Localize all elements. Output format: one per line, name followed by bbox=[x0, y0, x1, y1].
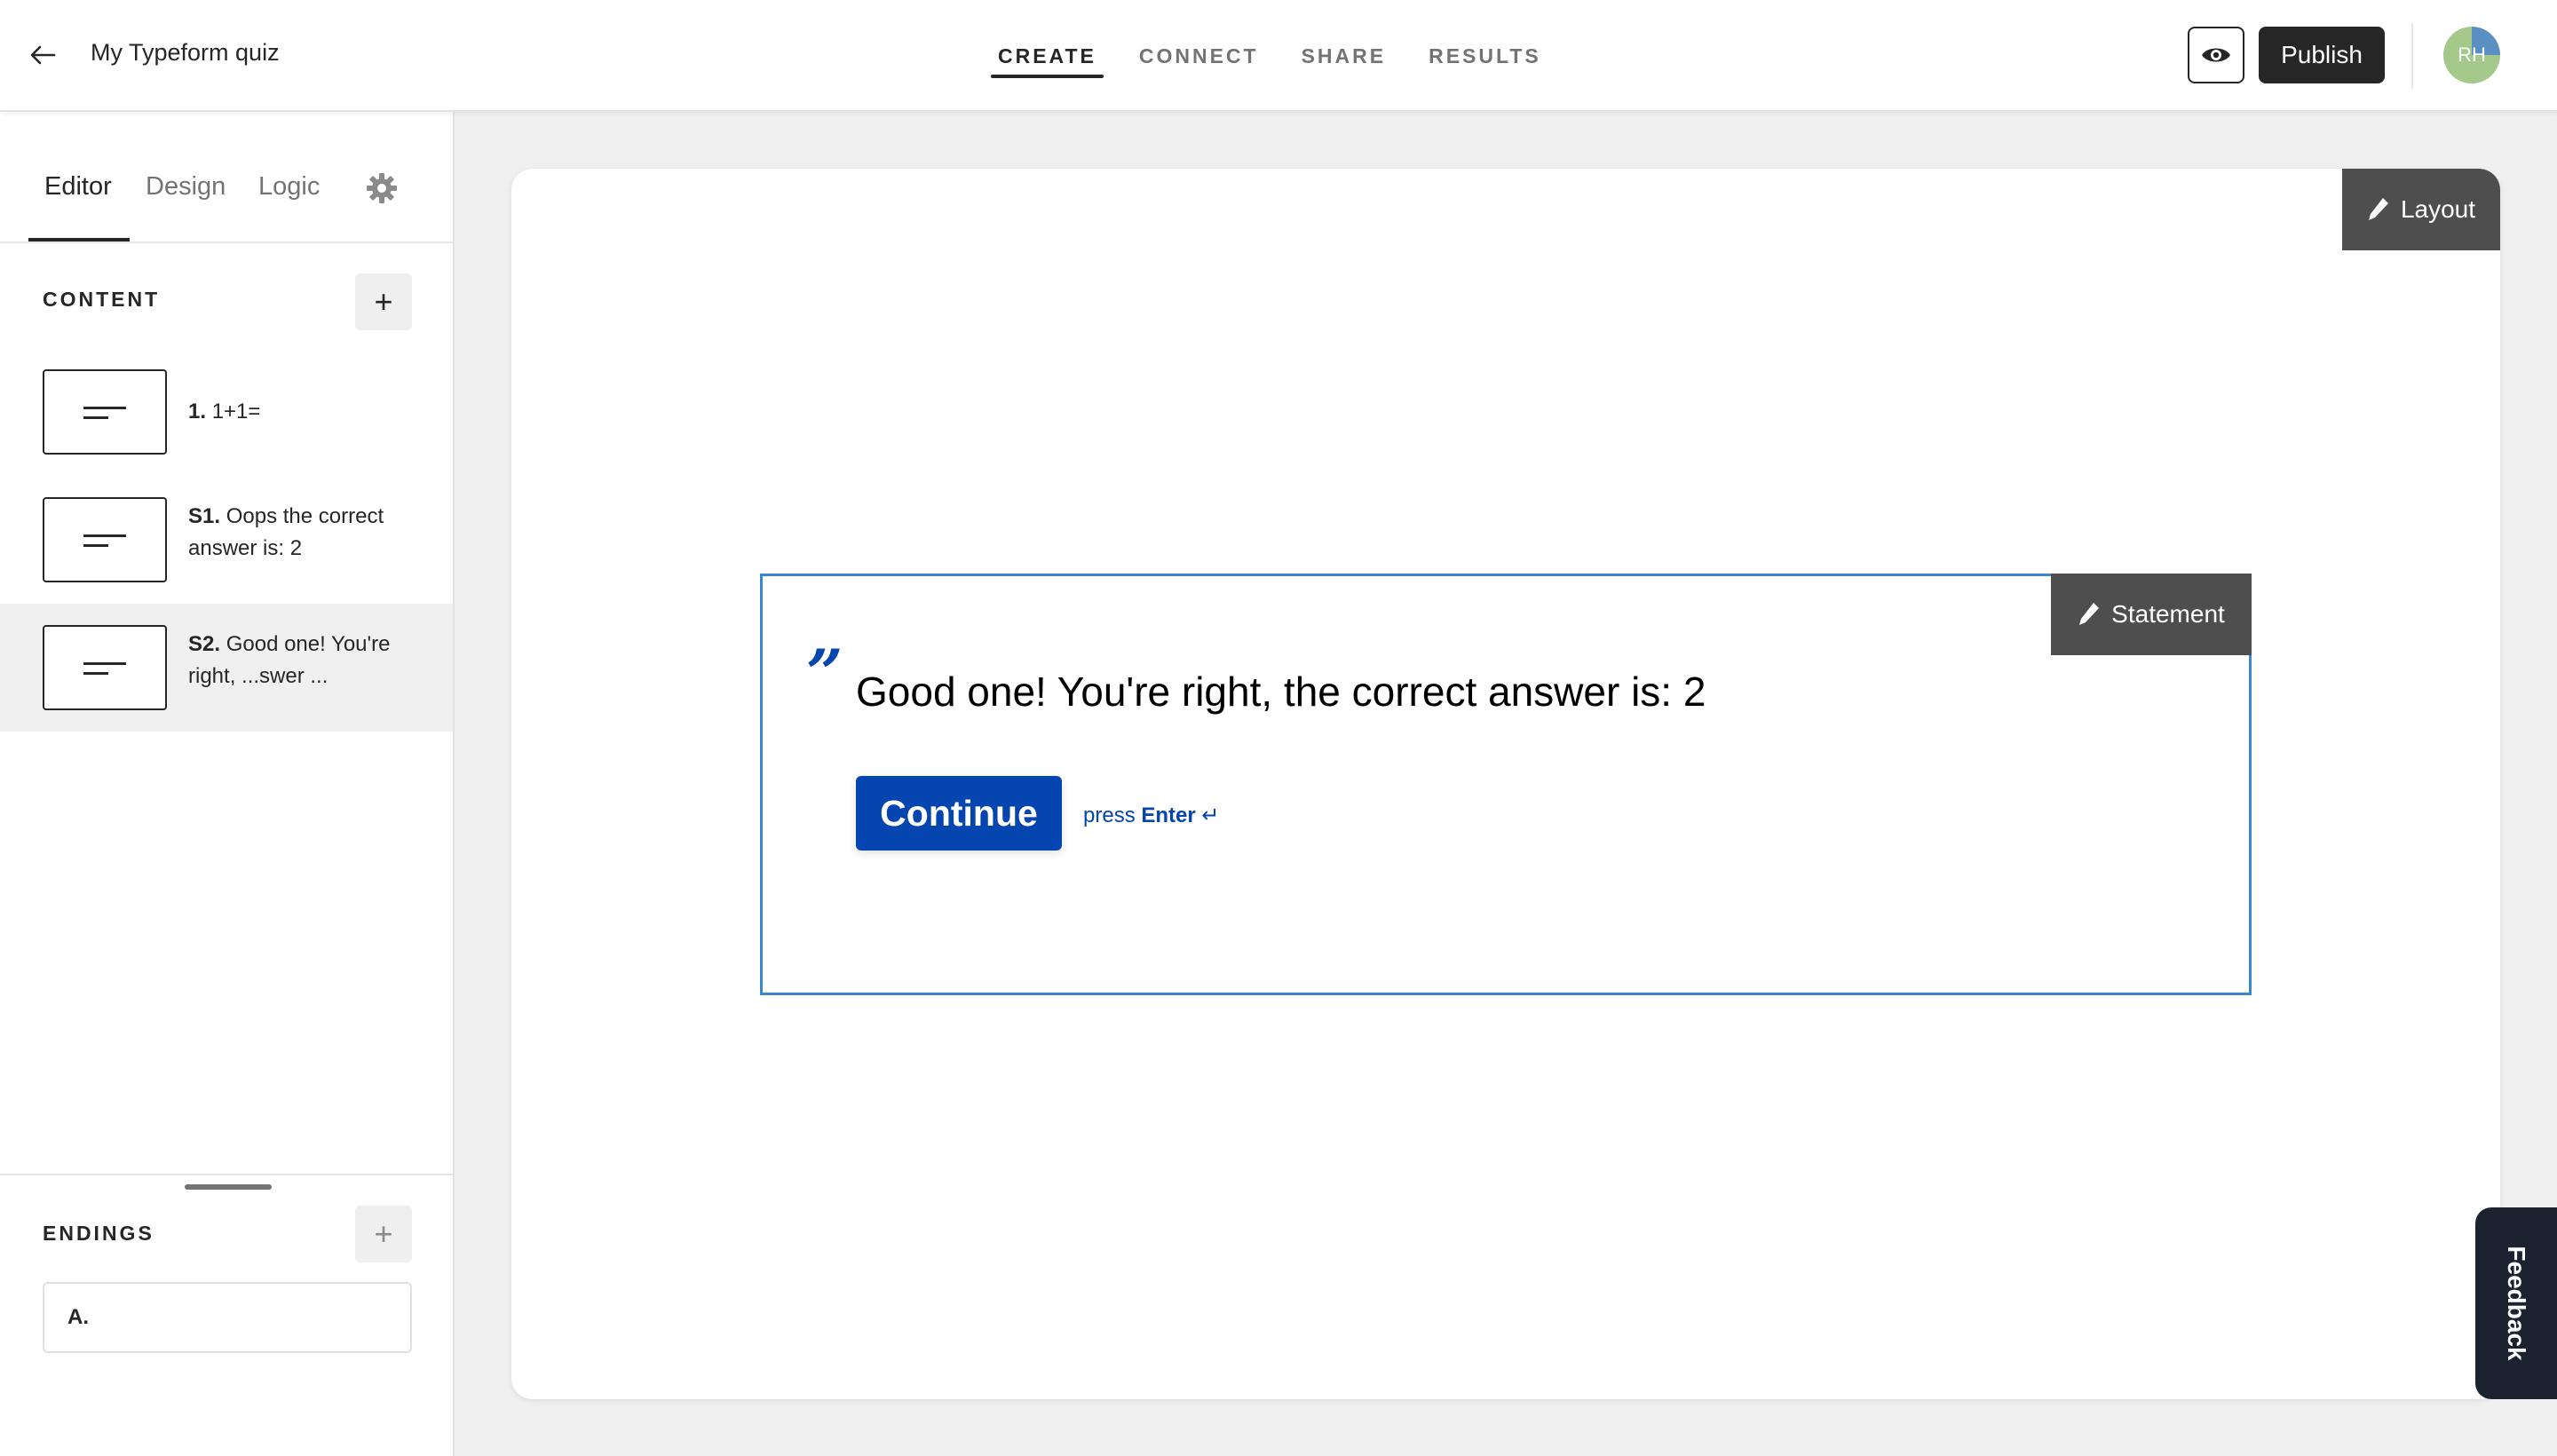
back-button[interactable] bbox=[25, 36, 60, 75]
layout-button[interactable]: Layout bbox=[2342, 169, 2500, 250]
statement-thumbnail-icon bbox=[43, 625, 167, 710]
resize-handle[interactable] bbox=[185, 1184, 272, 1190]
endings-section-label: ENDINGS bbox=[43, 1222, 154, 1245]
avatar[interactable]: RH bbox=[2443, 27, 2500, 83]
statement-thumbnail-icon bbox=[43, 369, 167, 455]
list-item-label: S2. Good one! You're right, ...swer ... bbox=[188, 629, 398, 692]
ending-label: A. bbox=[67, 1305, 89, 1329]
form-title[interactable]: My Typeform quiz bbox=[91, 39, 280, 67]
active-tab-indicator bbox=[28, 238, 130, 241]
sidebar: Editor Design Logic CONTENT + 1. 1+1= S1… bbox=[0, 112, 455, 1456]
continue-button[interactable]: Continue bbox=[856, 776, 1062, 851]
tab-results[interactable]: RESULTS bbox=[1407, 0, 1563, 112]
pencil-icon bbox=[2368, 198, 2388, 220]
gear-icon[interactable] bbox=[364, 170, 400, 206]
tab-logic[interactable]: Logic bbox=[258, 172, 320, 202]
statement-thumbnail-icon bbox=[43, 497, 167, 582]
question-text: 1+1= bbox=[211, 400, 261, 423]
list-item[interactable]: S1. Oops the correct answer is: 2 bbox=[0, 476, 453, 604]
list-item[interactable]: S2. Good one! You're right, ...swer ... bbox=[0, 604, 453, 732]
feedback-tab[interactable]: Feedback bbox=[2475, 1207, 2557, 1399]
preview-button[interactable] bbox=[2188, 27, 2244, 83]
statement-text[interactable]: Good one! You're right, the correct answ… bbox=[856, 668, 1706, 716]
quote-icon: ” bbox=[806, 635, 843, 710]
top-bar: My Typeform quiz CREATE CONNECT SHARE RE… bbox=[0, 0, 2557, 112]
question-number: 1. bbox=[188, 400, 207, 423]
tab-connect[interactable]: CONNECT bbox=[1118, 0, 1280, 112]
layout-label: Layout bbox=[2400, 195, 2476, 223]
tab-create[interactable]: CREATE bbox=[977, 0, 1118, 112]
plus-icon: + bbox=[374, 1215, 393, 1252]
press-label: press bbox=[1083, 803, 1136, 827]
statement-type-button[interactable]: Statement bbox=[2051, 574, 2252, 655]
ending-item[interactable]: A. bbox=[43, 1282, 412, 1353]
question-number: S2. bbox=[188, 632, 221, 656]
press-enter-hint: press Enter ↵ bbox=[1083, 803, 1220, 828]
divider bbox=[2411, 23, 2413, 89]
publish-button[interactable]: Publish bbox=[2259, 27, 2385, 83]
question-number: S1. bbox=[188, 504, 221, 528]
list-item-label: S1. Oops the correct answer is: 2 bbox=[188, 501, 398, 565]
statement-tag-label: Statement bbox=[2111, 600, 2225, 628]
add-content-button[interactable]: + bbox=[355, 273, 412, 330]
list-item[interactable]: 1. 1+1= bbox=[0, 348, 453, 476]
enter-label: Enter bbox=[1141, 803, 1196, 827]
tab-editor[interactable]: Editor bbox=[44, 172, 112, 202]
eye-icon bbox=[2202, 48, 2230, 62]
add-ending-button[interactable]: + bbox=[355, 1206, 412, 1262]
content-section-label: CONTENT bbox=[43, 288, 161, 311]
sidebar-tabs: Editor Design Logic bbox=[0, 112, 455, 243]
tab-design[interactable]: Design bbox=[146, 172, 226, 202]
main-tabs: CREATE CONNECT SHARE RESULTS bbox=[977, 0, 1563, 112]
list-item-label: 1. 1+1= bbox=[188, 396, 398, 428]
pencil-icon bbox=[2079, 603, 2100, 625]
divider bbox=[0, 1174, 453, 1175]
plus-icon: + bbox=[374, 283, 393, 320]
arrow-left-icon bbox=[30, 45, 56, 65]
feedback-label: Feedback bbox=[2503, 1246, 2530, 1361]
enter-key-icon: ↵ bbox=[1201, 803, 1220, 827]
tab-share[interactable]: SHARE bbox=[1280, 0, 1408, 112]
